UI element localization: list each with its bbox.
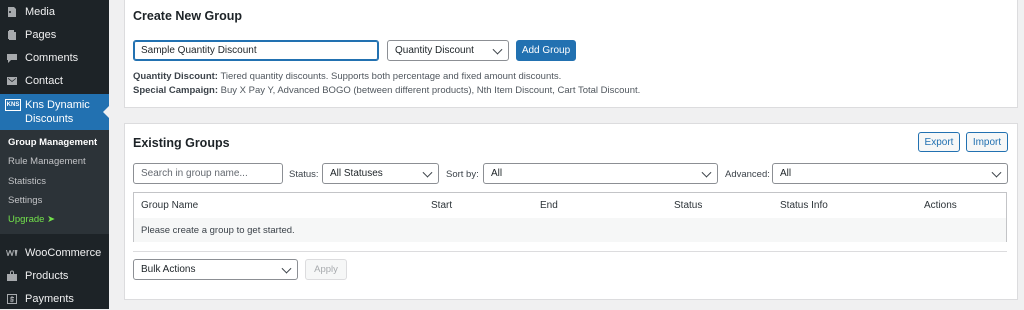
advanced-filter-label: Advanced:	[725, 169, 770, 180]
sortby-select[interactable]: All	[483, 163, 718, 184]
contact-icon	[6, 75, 18, 87]
table-row: Please create a group to get started.	[134, 218, 1006, 242]
existing-groups-title: Existing Groups	[133, 136, 230, 150]
submenu-group-management[interactable]: Group Management	[8, 137, 97, 148]
comments-icon	[6, 52, 18, 64]
status-filter-selected: All Statuses	[330, 168, 383, 179]
payments-icon	[6, 293, 18, 305]
column-status[interactable]: Status	[674, 200, 702, 211]
advanced-filter-selected: All	[780, 168, 792, 179]
menu-label-comments: Comments	[25, 52, 79, 64]
group-search-input[interactable]: Search in group name...	[133, 163, 283, 184]
menu-label-kns: Kns Dynamic Discounts	[25, 99, 90, 125]
chevron-down-icon	[701, 167, 712, 178]
special-campaign-description: Special Campaign: Buy X Pay Y, Advanced …	[133, 85, 640, 96]
menu-label-woocommerce: WooCommerce	[25, 247, 102, 259]
column-start[interactable]: Start	[431, 200, 452, 211]
column-actions: Actions	[924, 200, 957, 211]
group-type-selected: Quantity Discount	[395, 45, 474, 56]
status-filter-label: Status:	[289, 169, 319, 180]
group-type-select[interactable]: Quantity Discount	[387, 40, 509, 61]
menu-item-media[interactable]: Media	[0, 1, 109, 23]
status-filter-select[interactable]: All Statuses	[322, 163, 439, 184]
import-button[interactable]: Import	[966, 132, 1008, 152]
quantity-discount-description: Quantity Discount: Tiered quantity disco…	[133, 71, 561, 82]
quantity-discount-label: Quantity Discount:	[133, 71, 218, 82]
menu-label-media: Media	[25, 6, 55, 18]
menu-label-pages: Pages	[25, 29, 57, 41]
column-group-name[interactable]: Group Name	[141, 200, 198, 211]
groups-table: Group Name Start End Status Status Info …	[133, 192, 1007, 242]
special-campaign-text: Buy X Pay Y, Advanced BOGO (between diff…	[218, 85, 641, 96]
submenu-statistics[interactable]: Statistics	[8, 176, 46, 187]
apply-button[interactable]: Apply	[305, 259, 347, 280]
menu-label-products: Products	[25, 270, 69, 282]
kns-submenu: Group Management Rule Management Statist…	[0, 130, 109, 234]
pages-icon	[6, 29, 18, 41]
export-button[interactable]: Export	[918, 132, 960, 152]
chevron-down-icon	[281, 263, 292, 274]
woocommerce-icon	[6, 247, 18, 259]
menu-label-contact: Contact	[25, 75, 63, 87]
menu-item-contact[interactable]: Contact	[0, 70, 109, 92]
menu-item-products[interactable]: Products	[0, 265, 109, 287]
sortby-label: Sort by:	[446, 169, 479, 180]
special-campaign-label: Special Campaign:	[133, 85, 218, 96]
bulk-actions-selected: Bulk Actions	[141, 264, 196, 275]
menu-item-pages[interactable]: Pages	[0, 24, 109, 46]
chevron-down-icon	[492, 44, 503, 55]
column-status-info: Status Info	[780, 200, 828, 211]
bulk-actions-select[interactable]: Bulk Actions	[133, 259, 298, 280]
menu-item-woocommerce[interactable]: WooCommerce	[0, 242, 109, 264]
submenu-upgrade[interactable]: Upgrade ➤	[8, 214, 55, 225]
quantity-discount-text: Tiered quantity discounts. Supports both…	[217, 71, 562, 82]
chevron-down-icon	[422, 167, 433, 178]
menu-label-payments: Payments	[25, 293, 74, 305]
menu-item-comments[interactable]: Comments	[0, 47, 109, 69]
submenu-settings[interactable]: Settings	[8, 195, 42, 206]
media-icon	[6, 6, 18, 18]
group-name-input[interactable]: Sample Quantity Discount	[133, 40, 379, 61]
advanced-filter-select[interactable]: All	[772, 163, 1008, 184]
menu-item-kns-dynamic-discounts[interactable]: KNS Kns Dynamic Discounts	[0, 94, 109, 130]
chevron-down-icon	[991, 167, 1002, 178]
admin-sidebar: Media Pages Comments Contact KNS Kns Dyn…	[0, 0, 109, 309]
column-end[interactable]: End	[540, 200, 558, 211]
sortby-selected: All	[491, 168, 503, 179]
products-icon	[6, 270, 18, 282]
submenu-rule-management[interactable]: Rule Management	[8, 156, 86, 167]
add-group-button[interactable]: Add Group	[516, 40, 576, 61]
menu-item-payments[interactable]: Payments	[0, 288, 109, 310]
create-group-title: Create New Group	[133, 9, 243, 23]
table-divider	[133, 251, 1007, 252]
empty-table-message: Please create a group to get started.	[141, 225, 295, 236]
current-menu-arrow	[103, 106, 109, 118]
groups-table-header: Group Name Start End Status Status Info …	[134, 193, 1006, 219]
kns-logo-icon: KNS	[5, 99, 21, 111]
